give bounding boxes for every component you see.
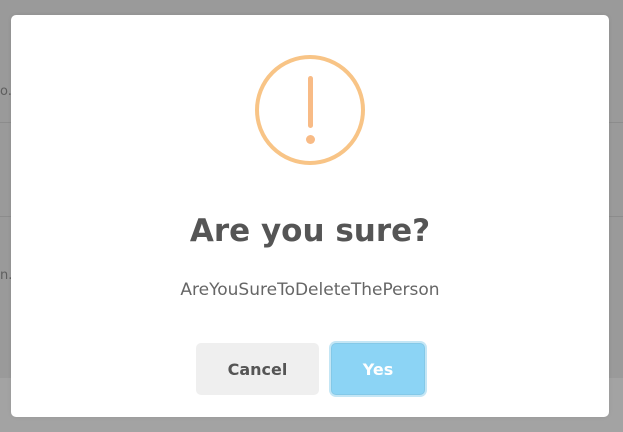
confirm-button[interactable]: Yes xyxy=(331,343,425,395)
cancel-button[interactable]: Cancel xyxy=(196,343,319,395)
exclamation-dot xyxy=(306,135,315,144)
dialog-title: Are you sure? xyxy=(189,213,431,249)
confirm-dialog: Are you sure? AreYouSureToDeleteThePerso… xyxy=(11,15,609,417)
exclamation-bar xyxy=(308,76,313,128)
warning-icon xyxy=(255,55,365,165)
dialog-message: AreYouSureToDeleteThePerson xyxy=(180,280,440,300)
